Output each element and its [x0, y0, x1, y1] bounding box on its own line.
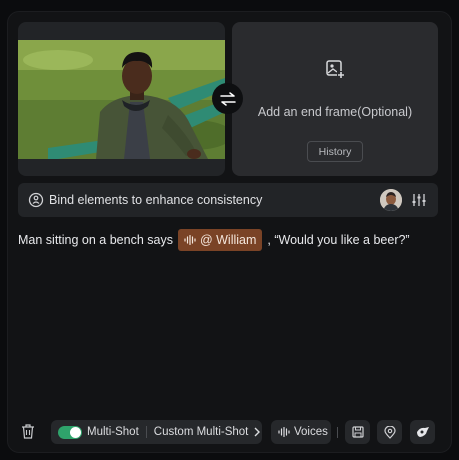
prompt-text-after: , “Would you like a beer?” [267, 233, 410, 247]
bind-elements-label: Bind elements to enhance consistency [49, 193, 263, 207]
voices-button[interactable]: Voices [271, 420, 331, 444]
start-frame[interactable] [18, 22, 225, 176]
prompt-text-before: Man sitting on a bench says [18, 233, 173, 247]
swap-frames-button[interactable] [212, 83, 243, 114]
location-button[interactable] [377, 420, 402, 444]
voice-wave-icon [184, 235, 196, 245]
person-on-bench-photo [18, 40, 225, 159]
pill-divider [145, 426, 147, 438]
start-frame-image [18, 40, 225, 159]
multishot-toggle[interactable] [58, 425, 82, 439]
mention-label: @ William [199, 233, 257, 247]
multishot-label: Multi-Shot [87, 426, 139, 438]
toggle-knob [70, 426, 81, 438]
avatar-image [380, 189, 402, 211]
avatar[interactable] [380, 189, 402, 211]
link-elements-icon [28, 192, 44, 208]
chevron-right-icon [254, 427, 261, 437]
bind-elements-bar[interactable]: Bind elements to enhance consistency [18, 183, 438, 217]
brush-icon [416, 427, 429, 437]
history-button[interactable]: History [307, 141, 363, 162]
effects-button[interactable] [410, 420, 435, 444]
location-pin-icon [383, 425, 396, 439]
save-icon [351, 426, 364, 438]
multishot-control[interactable]: Multi-Shot Custom Multi-Shot [51, 420, 262, 444]
voices-label: Voices [294, 426, 328, 438]
swap-arrows-icon [219, 91, 236, 106]
toolbar-divider [337, 427, 338, 438]
trash-icon[interactable] [21, 424, 35, 439]
end-frame-dropzone[interactable]: Add an end frame(Optional) History [232, 22, 438, 176]
voice-wave-icon [278, 427, 290, 437]
end-frame-label: Add an end frame(Optional) [257, 105, 413, 119]
sliders-icon[interactable] [411, 192, 427, 208]
character-mention-chip[interactable]: @ William [177, 229, 263, 251]
custom-multishot-label[interactable]: Custom Multi-Shot [154, 426, 249, 438]
prompt-text[interactable]: Man sitting on a bench says @ William , … [18, 229, 438, 251]
add-image-icon [326, 60, 345, 79]
save-button[interactable] [345, 420, 370, 444]
